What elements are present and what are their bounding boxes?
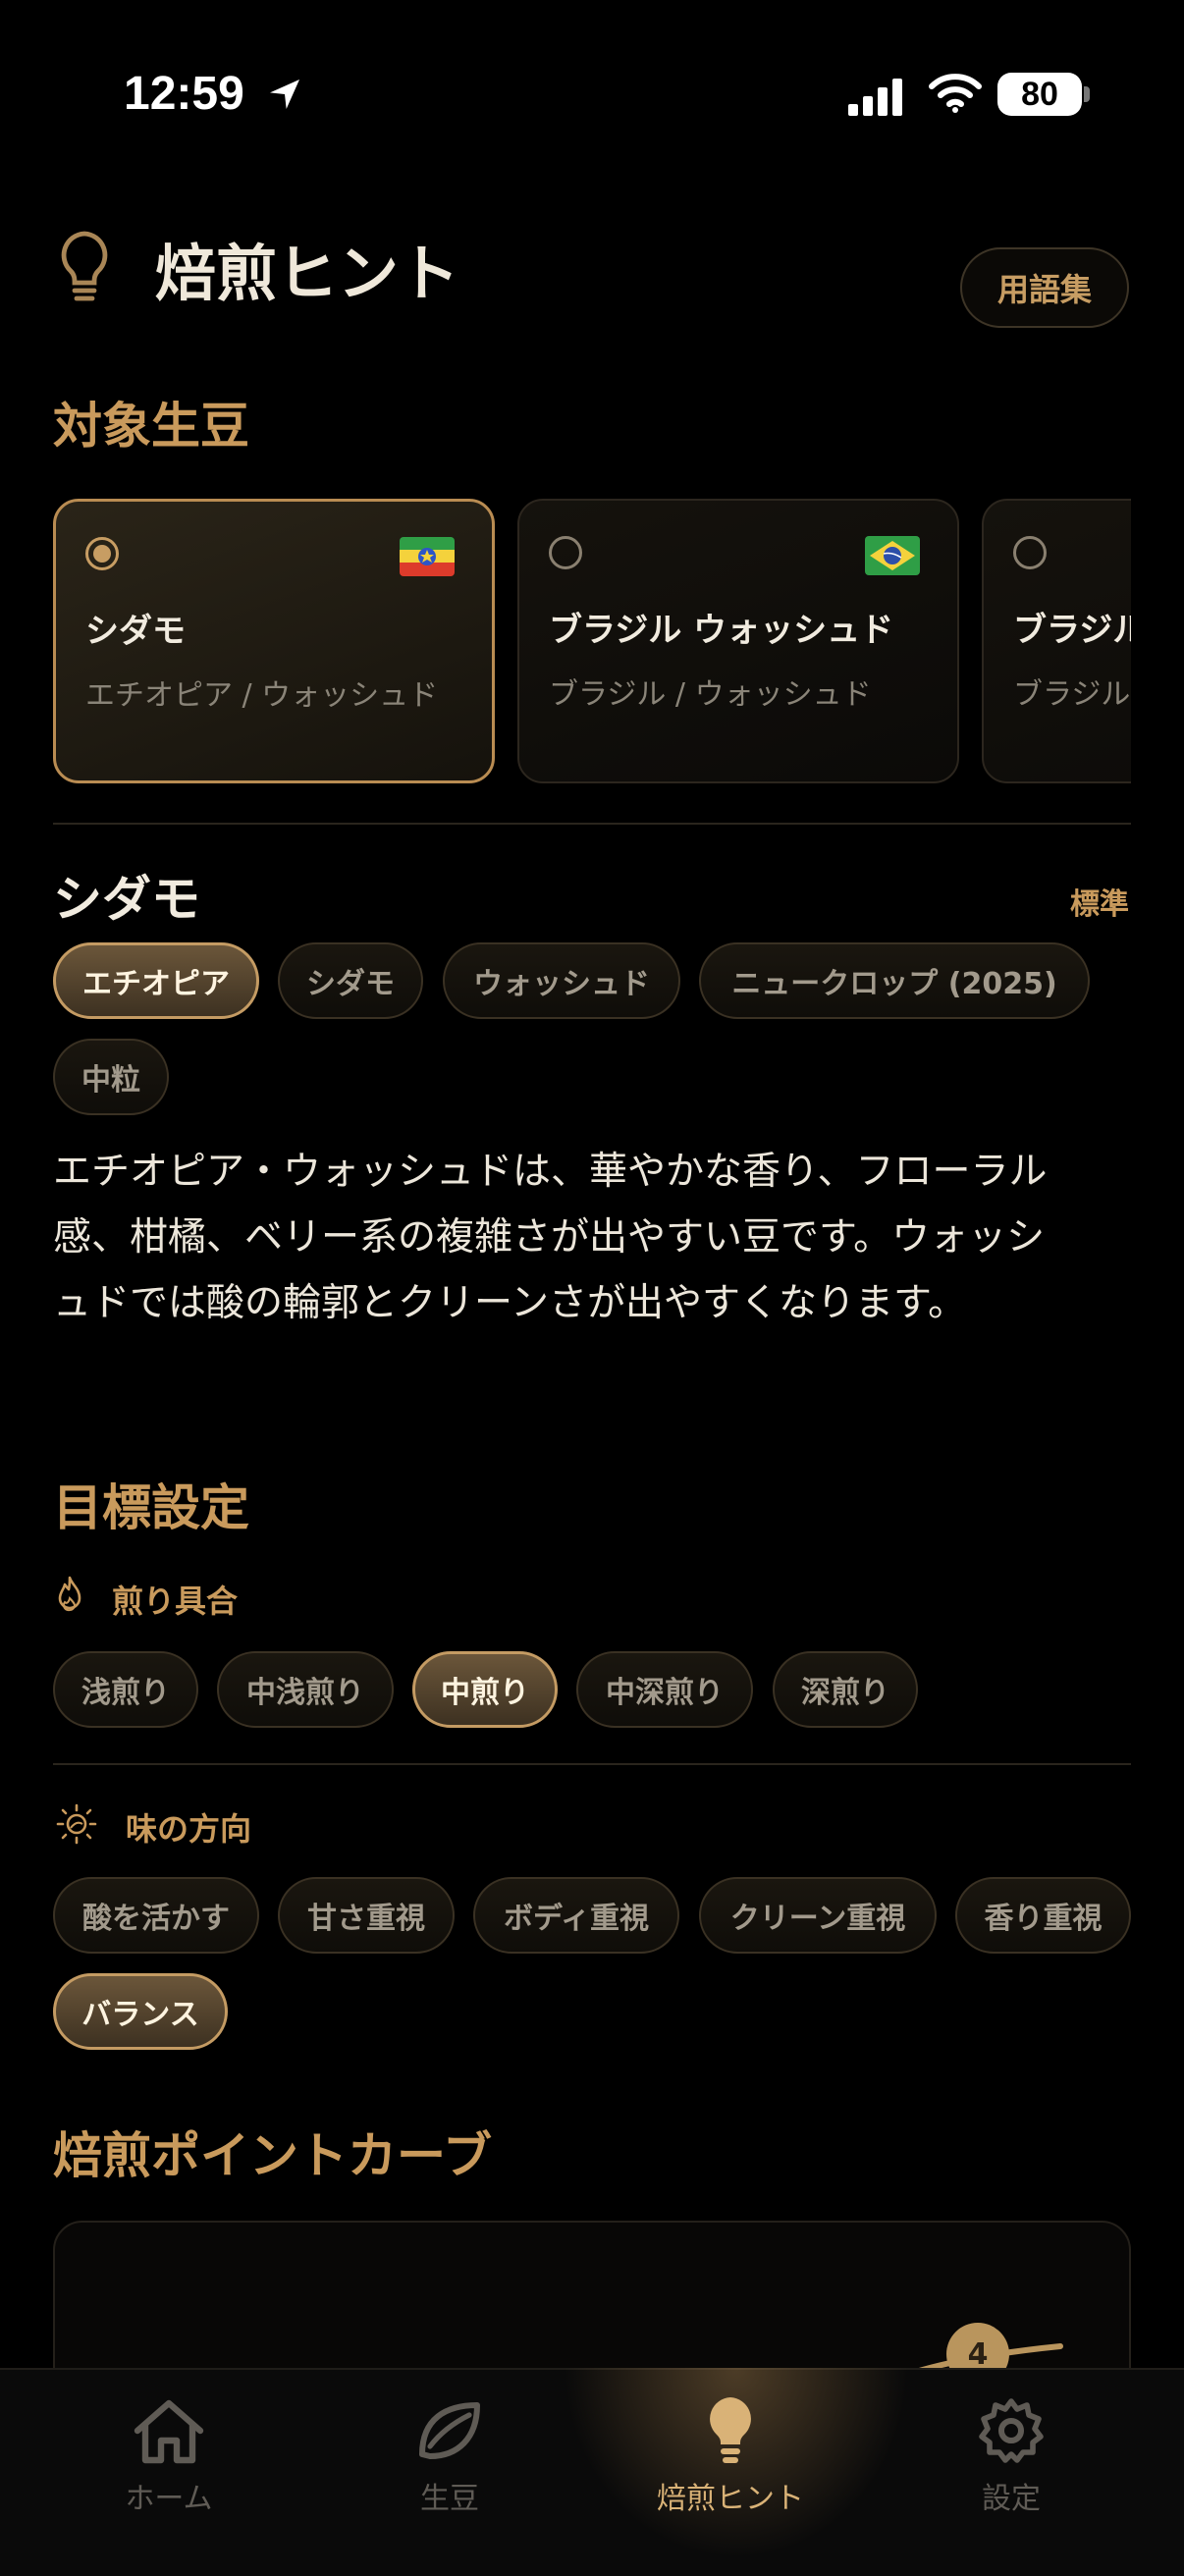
taste-option-clean[interactable]: クリーン重視 — [699, 1877, 937, 1954]
flame-icon — [58, 1576, 81, 1612]
tag-chip: シダモ — [278, 942, 423, 1019]
page-title: 焙煎ヒント — [155, 238, 460, 309]
taste-option-aroma[interactable]: 香り重視 — [955, 1877, 1131, 1954]
radio-unselected[interactable] — [1013, 536, 1047, 569]
tag-chip: 中粒 — [53, 1039, 169, 1115]
roast-option-medium-light[interactable]: 中浅煎り — [217, 1651, 394, 1728]
standard-label: 標準 — [1070, 887, 1129, 922]
gear-icon — [979, 2398, 1044, 2463]
roast-option-medium-dark[interactable]: 中深煎り — [576, 1651, 753, 1728]
divider — [53, 1763, 1131, 1765]
bean-name: シダモ — [85, 612, 186, 651]
tab-label: 生豆 — [420, 2482, 479, 2516]
battery-nub — [1084, 86, 1090, 102]
roast-option-dark[interactable]: 深煎り — [773, 1651, 918, 1728]
bean-origin: ブラジル / ウォッシュド — [549, 677, 872, 712]
taste-option-sweetness[interactable]: 甘さ重視 — [278, 1877, 455, 1954]
home-icon — [134, 2399, 204, 2464]
goal-settings-heading: 目標設定 — [53, 1479, 249, 1536]
divider — [53, 823, 1131, 825]
tag-chip: エチオピア — [53, 942, 259, 1019]
brazil-flag-icon — [865, 536, 920, 575]
battery-indicator: 80 — [997, 73, 1082, 116]
sun-taste-icon — [56, 1803, 97, 1845]
location-arrow-icon — [270, 80, 299, 109]
tab-label: ホーム — [125, 2482, 213, 2516]
wifi-icon — [929, 74, 982, 113]
tab-label: 焙煎ヒント — [657, 2482, 804, 2516]
bean-card-brazil[interactable]: ブラジル ブラジル — [982, 499, 1131, 783]
leaf-icon — [419, 2402, 480, 2459]
bean-description: エチオピア・ウォッシュドは、華やかな香り、フローラル感、柑橘、ベリー系の複雑さが… — [53, 1150, 1048, 1325]
tab-home[interactable]: ホーム — [71, 2395, 267, 2523]
cellular-signal-icon — [848, 79, 902, 116]
taste-direction-label: 味の方向 — [126, 1810, 252, 1848]
bean-name: ブラジル — [1013, 611, 1131, 650]
tab-label: 設定 — [982, 2482, 1041, 2516]
bulb-icon — [61, 231, 108, 301]
bean-origin: ブラジル — [1013, 677, 1131, 712]
roast-option-medium[interactable]: 中煎り — [412, 1651, 558, 1728]
status-time: 12:59 — [124, 68, 244, 120]
target-beans-heading: 対象生豆 — [53, 398, 249, 455]
taste-option-body[interactable]: ボディ重視 — [473, 1877, 679, 1954]
bean-origin: エチオピア / ウォッシュド — [85, 678, 439, 713]
tab-green-beans[interactable]: 生豆 — [351, 2395, 548, 2523]
tag-chip: ウォッシュド — [443, 942, 680, 1019]
bean-name: ブラジル ウォッシュド — [549, 611, 894, 650]
radio-unselected[interactable] — [549, 536, 582, 569]
tab-settings[interactable]: 設定 — [913, 2395, 1109, 2523]
roast-option-light[interactable]: 浅煎り — [53, 1651, 198, 1728]
bulb-icon — [710, 2397, 751, 2463]
radio-selected[interactable] — [85, 537, 119, 570]
bean-card-carousel[interactable]: シダモ エチオピア / ウォッシュド ブラジル ウォッシュド ブラジル / ウォ… — [53, 499, 1131, 783]
bean-card-brazil-washed[interactable]: ブラジル ウォッシュド ブラジル / ウォッシュド — [517, 499, 959, 783]
tab-roast-hints[interactable]: 焙煎ヒント — [632, 2395, 829, 2523]
bean-detail-title: シダモ — [53, 871, 200, 928]
glossary-button[interactable]: 用語集 — [960, 247, 1129, 328]
roast-curve-heading: 焙煎ポイントカーブ — [53, 2127, 492, 2184]
ethiopia-flag-icon — [400, 537, 455, 576]
tag-chip: ニュークロップ (2025) — [699, 942, 1090, 1019]
taste-option-acidity[interactable]: 酸を活かす — [53, 1877, 259, 1954]
taste-option-balance[interactable]: バランス — [53, 1973, 228, 2050]
bean-card-sidamo[interactable]: シダモ エチオピア / ウォッシュド — [53, 499, 495, 783]
roast-level-label: 煎り具合 — [112, 1583, 239, 1620]
